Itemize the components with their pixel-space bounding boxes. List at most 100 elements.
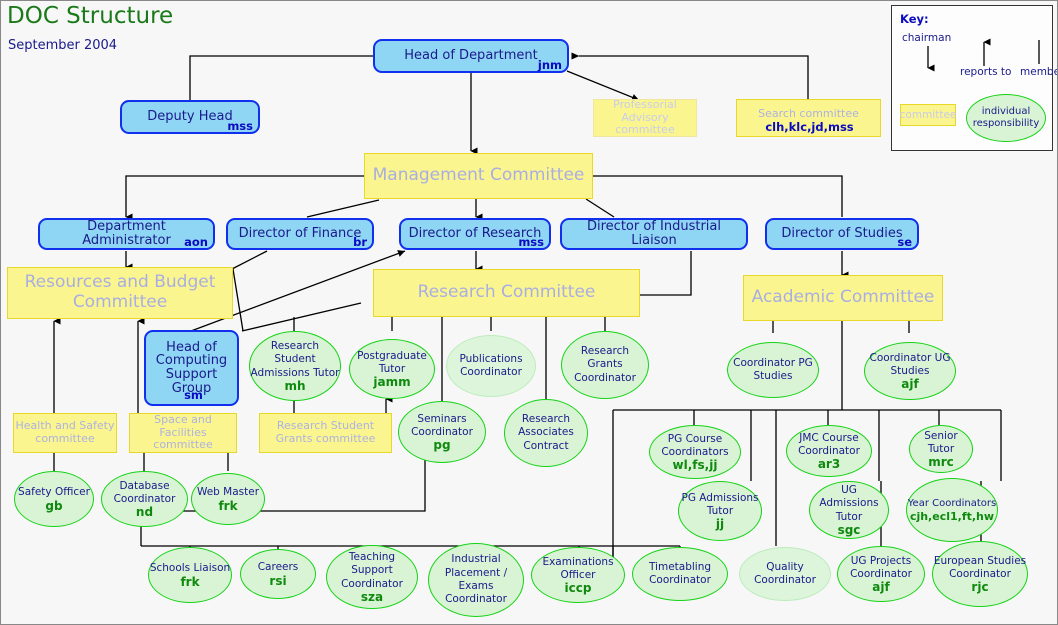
node-initials: wl,fs,jj [672,458,718,473]
node-initials: mss [227,118,253,133]
node-pg-admissions-tutor[interactable]: PG Admissions Tutor jj [678,481,762,541]
node-title: Publications Coordinator [459,352,523,378]
node-title: Professorial Advisory committee [613,98,677,137]
node-title: Careers [257,561,299,574]
node-title: PG Admissions Tutor [681,491,759,517]
node-management-committee[interactable]: Management Committee [364,153,593,199]
node-initials: jj [715,517,725,532]
node-initials: sm [184,387,203,402]
node-initials: clh,klc,jd,mss [765,119,854,134]
node-resources-and-budget-committee[interactable]: Resources and Budget Committee [7,267,233,319]
node-head-of-department[interactable]: Head of Department jnm [373,39,569,73]
node-academic-committee[interactable]: Academic Committee [743,275,943,321]
node-title: Research Associates Contract [518,412,574,452]
node-department-administrator[interactable]: Department Administrator aon [38,218,215,250]
node-director-of-finance[interactable]: Director of Finance br [226,218,374,250]
node-initials: br [353,234,367,249]
node-title: Industrial Placement / Exams Coordinator [444,553,508,606]
node-title: Resources and Budget Committee [24,272,216,312]
node-title: Head of Department [404,48,538,64]
node-title: Postgraduate Tutor [357,349,427,375]
node-title: Space and Facilities committee [153,413,213,452]
node-title: Quality Coordinator [754,560,816,586]
node-careers[interactable]: Careers rsi [240,549,316,599]
node-research-student-grants-committee[interactable]: Research Student Grants committee [259,413,392,453]
node-initials: ar3 [817,457,841,472]
node-initials: frk [218,498,238,513]
node-director-of-research[interactable]: Director of Research mss [399,218,551,250]
node-title: Schools Liaison [149,562,231,575]
node-initials: rjc [971,580,989,595]
node-database-coordinator[interactable]: Database Coordinator nd [101,471,188,527]
node-search-committee[interactable]: Search committee clh,klc,jd,mss [736,99,881,137]
node-title: Academic Committee [751,287,935,308]
node-schools-liaison[interactable]: Schools Liaison frk [148,547,232,603]
node-initials: gb [45,498,63,513]
node-research-associates-contract[interactable]: Research Associates Contract [504,399,588,467]
node-european-studies-coordinator[interactable]: European Studies Coordinator rjc [932,541,1028,607]
node-initials: pg [433,438,451,453]
node-coordinator-pg-studies[interactable]: Coordinator PG Studies [727,342,819,398]
node-title: Director of Studies [781,226,903,242]
page-date: September 2004 [8,38,118,53]
node-title: Research Student Admissions Tutor [250,339,340,379]
node-title: Research Grants Coordinator [574,344,636,384]
node-title: Coordinator PG Studies [733,356,813,382]
node-deputy-head[interactable]: Deputy Head mss [120,100,260,134]
node-title: Deputy Head [147,109,233,125]
node-title: Director of Finance [238,226,362,242]
node-title: Year Coordinators [907,498,997,510]
node-timetabling-coordinator[interactable]: Timetabling Coordinator [632,547,728,601]
node-ug-projects-coordinator[interactable]: UG Projects Coordinator ajf [837,546,925,602]
node-director-of-studies[interactable]: Director of Studies se [765,218,919,250]
node-research-committee[interactable]: Research Committee [373,269,640,317]
node-research-student-admissions-tutor[interactable]: Research Student Admissions Tutor mh [249,331,341,401]
node-safety-officer[interactable]: Safety Officer gb [14,471,94,527]
node-publications-coordinator[interactable]: Publications Coordinator [446,335,536,397]
node-initials: aon [184,234,208,249]
node-title: Database Coordinator [113,479,176,505]
node-title: Examinations Officer [542,555,614,581]
node-pg-course-coordinators[interactable]: PG Course Coordinators wl,fs,jj [649,425,741,479]
node-professorial-advisory-committee[interactable]: Professorial Advisory committee [593,98,697,137]
node-senior-tutor[interactable]: Senior Tutor mrc [909,425,973,473]
node-title: Senior Tutor [924,429,958,455]
node-head-of-computing-support-group[interactable]: Head of Computing Support Group sm [144,330,239,406]
node-initials: mss [518,234,544,249]
node-director-of-industrial-liaison[interactable]: Director of Industrial Liaison [560,218,748,250]
node-title: Research Student Grants committee [275,419,376,445]
node-seminars-coordinator[interactable]: Seminars Coordinator pg [398,401,486,463]
node-web-master[interactable]: Web Master frk [191,473,265,525]
node-space-and-facilities-committee[interactable]: Space and Facilities committee [129,413,237,453]
page-title: DOC Structure [7,3,174,29]
node-initials: iccp [564,581,592,596]
node-initials: ajf [872,580,890,595]
legend-panel: Key: chairman reports to member committe… [891,5,1057,151]
org-chart-canvas: DOC Structure September 2004 Key: chairm… [0,0,1058,625]
node-title: European Studies Coordinator [933,554,1027,580]
node-initials: cjh,ecl1,ft,hw [909,509,995,523]
node-title: UG Admissions Tutor [819,483,879,523]
node-title: Management Committee [372,165,585,186]
node-year-coordinators[interactable]: Year Coordinators cjh,ecl1,ft,hw [906,478,998,542]
node-ug-admissions-tutor[interactable]: UG Admissions Tutor sgc [809,481,889,539]
node-examinations-officer[interactable]: Examinations Officer iccp [531,547,625,603]
node-postgraduate-tutor[interactable]: Postgraduate Tutor jamm [349,339,435,399]
node-title: Seminars Coordinator [411,412,473,438]
node-title: Director of Industrial Liaison [587,219,721,248]
node-research-grants-coordinator[interactable]: Research Grants Coordinator [561,331,649,399]
node-jmc-course-coordinator[interactable]: JMC Course Coordinator ar3 [786,425,872,477]
node-initials: mh [284,379,306,394]
node-health-and-safety-committee[interactable]: Health and Safety committee [13,413,117,453]
node-initials: jamm [373,375,411,390]
node-industrial-placement-exams-coordinator[interactable]: Industrial Placement / Exams Coordinator [428,543,524,617]
node-initials: sgc [837,523,861,538]
node-title: Search committee [758,106,859,120]
node-quality-coordinator[interactable]: Quality Coordinator [739,547,831,601]
node-teaching-support-coordinator[interactable]: Teaching Support Coordinator sza [326,545,418,609]
node-coordinator-ug-studies[interactable]: Coordinator UG Studies ajf [864,342,956,400]
node-initials: rsi [269,573,287,588]
node-initials: sza [360,590,384,605]
node-initials: se [897,234,912,249]
node-initials: mrc [928,455,954,470]
